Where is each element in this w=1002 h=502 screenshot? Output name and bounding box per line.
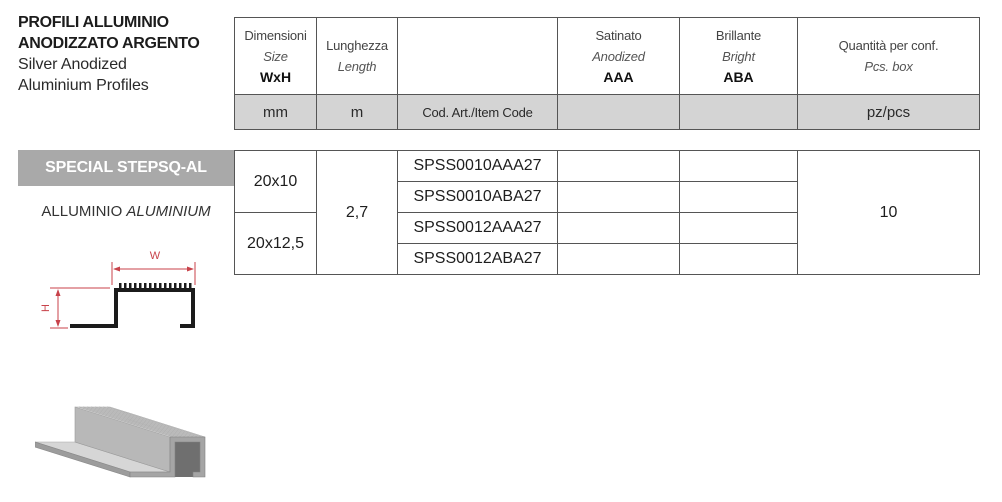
size-cell: 20x12,5 <box>234 212 317 275</box>
title-en-line-2: Aluminium Profiles <box>18 77 149 94</box>
bright-cell <box>679 181 798 213</box>
anodized-cell <box>557 150 680 182</box>
material-it: ALLUMINIO <box>41 203 123 220</box>
height-arrow-top <box>55 289 61 296</box>
size-cell: 20x10 <box>234 150 317 213</box>
width-arrow-left <box>113 266 120 272</box>
header-anodized-code: AAA <box>603 68 634 85</box>
product-name-band: SPECIAL STEPSQ-AL <box>18 150 234 186</box>
title-it-line-1: PROFILI ALLUMINIO <box>18 14 169 31</box>
item-code-cell: SPSS0012ABA27 <box>397 243 558 275</box>
table-row: 20x10 2,7 SPSS0010AAA27 10 <box>234 150 980 275</box>
header-length-en: Length <box>337 59 377 74</box>
length-cell: 2,7 <box>316 150 398 275</box>
width-label: W <box>150 250 161 262</box>
header-table: Dimensioni Size WxH Lunghezza Length Sat… <box>234 17 980 130</box>
bright-cell <box>679 150 798 182</box>
anodized-cell <box>557 212 680 244</box>
unit-quantity: pz/pcs <box>797 94 980 130</box>
unit-size: mm <box>234 94 317 130</box>
anodized-cell <box>557 243 680 275</box>
anodized-cell <box>557 181 680 213</box>
width-dimension <box>111 262 196 285</box>
profile-cross-section-drawing: W H <box>40 250 196 329</box>
header-bright: Brillante Bright ABA <box>679 17 798 95</box>
bright-cell <box>679 212 798 244</box>
unit-item-code: Cod. Art./Item Code <box>397 94 558 130</box>
product-table: 20x10 2,7 SPSS0010AAA27 10 SPSS0010ABA27… <box>234 150 980 275</box>
header-length: Lunghezza Length <box>316 17 398 95</box>
item-code-cell: SPSS0012AAA27 <box>397 212 558 244</box>
profile-3d-render <box>35 406 206 478</box>
header-quantity: Quantità per conf. Pcs. box <box>797 17 980 95</box>
height-arrow-bottom <box>55 320 61 327</box>
header-bright-it: Brillante <box>715 27 762 43</box>
item-code-cell: SPSS0010AAA27 <box>397 150 558 182</box>
header-anodized-en: Anodized <box>592 48 645 64</box>
header-quantity-en: Pcs. box <box>864 59 913 74</box>
header-size-format: WxH <box>259 68 292 85</box>
height-label: H <box>40 304 52 312</box>
header-row-units: mm m Cod. Art./Item Code pz/pcs <box>234 94 980 130</box>
unit-bright-blank <box>679 94 798 130</box>
material-en: ALUMINIUM <box>126 203 211 220</box>
bright-cell <box>679 243 798 275</box>
header-size: Dimensioni Size WxH <box>234 17 317 95</box>
header-size-it: Dimensioni <box>244 27 307 43</box>
width-arrow-right <box>187 266 194 272</box>
header-length-it: Lunghezza <box>326 38 388 53</box>
header-row-labels: Dimensioni Size WxH Lunghezza Length Sat… <box>234 17 980 95</box>
header-anodized: Satinato Anodized AAA <box>557 17 680 95</box>
header-quantity-it: Quantità per conf. <box>838 38 939 53</box>
header-bright-en: Bright <box>722 48 755 64</box>
profile-outline <box>70 288 195 328</box>
unit-length: m <box>316 94 398 130</box>
title-en-line-1: Silver Anodized <box>18 56 127 73</box>
material-label: ALLUMINIO ALUMINIUM <box>18 202 234 222</box>
header-anodized-it: Satinato <box>595 27 642 43</box>
catalog-title: PROFILI ALLUMINIO ANODIZZATO ARGENTO Sil… <box>18 12 230 96</box>
header-bright-code: ABA <box>723 68 754 85</box>
quantity-cell: 10 <box>797 150 980 275</box>
title-it-line-2: ANODIZZATO ARGENTO <box>18 35 200 52</box>
item-code-cell: SPSS0010ABA27 <box>397 181 558 213</box>
unit-anodized-blank <box>557 94 680 130</box>
header-size-en: Size <box>263 48 288 64</box>
header-code-blank <box>397 17 558 95</box>
